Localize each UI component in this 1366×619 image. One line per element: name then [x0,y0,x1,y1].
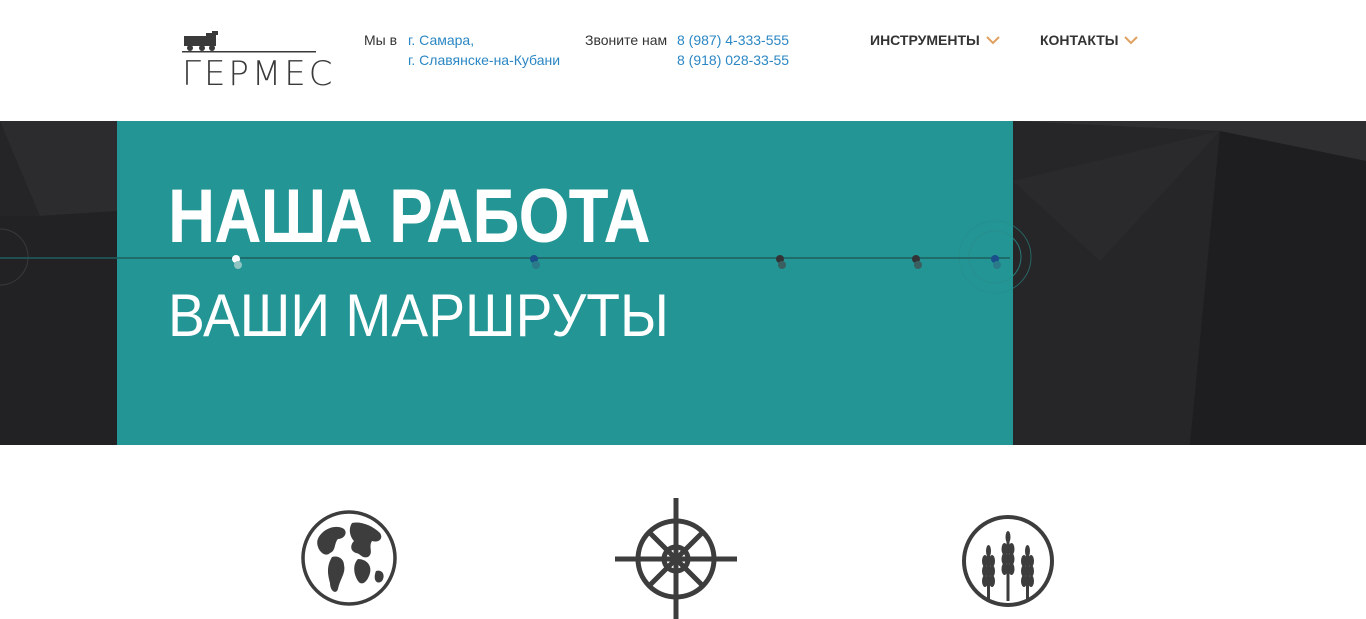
nav-contacts-label: КОНТАКТЫ [1040,32,1119,48]
chevron-down-icon [1124,35,1139,44]
chevron-down-icon [986,35,1000,44]
slider-dot-3[interactable] [776,255,786,269]
wheat-icon [962,515,1054,607]
logo[interactable]: ГЕРМЕС [182,30,333,94]
ship-wheel-icon [615,498,737,619]
logo-text: ГЕРМЕС [182,54,336,94]
slider-dot-4[interactable] [912,255,922,269]
nav-contacts[interactable]: КОНТАКТЫ [1040,32,1139,48]
nav-tools[interactable]: ИНСТРУМЕНТЫ [870,32,1000,48]
city-link-slavyansk[interactable]: г. Славянске-на-Кубани [408,52,560,68]
truck-logo-icon [182,31,316,53]
location-label: Мы в [364,32,398,48]
hero-banner: НАША РАБОТА ВАШИ МАРШРУТЫ [0,121,1366,445]
site-header: ГЕРМЕС Мы в г. Самара, г. Славянске-на-К… [0,0,1366,121]
slider-dot-2[interactable] [530,255,540,269]
slider-dot-1[interactable] [232,255,242,269]
slider-dots [232,255,1001,269]
nav-tools-label: ИНСТРУМЕНТЫ [870,32,980,48]
phone-link-1[interactable]: 8 (987) 4-333-555 [677,32,789,48]
city-link-samara[interactable]: г. Самара, [408,32,474,48]
globe-icon [301,510,397,606]
call-label: Звоните нам [585,32,668,48]
phone-link-2[interactable]: 8 (918) 028-33-55 [677,52,789,68]
slider-dot-5[interactable] [991,255,1001,269]
